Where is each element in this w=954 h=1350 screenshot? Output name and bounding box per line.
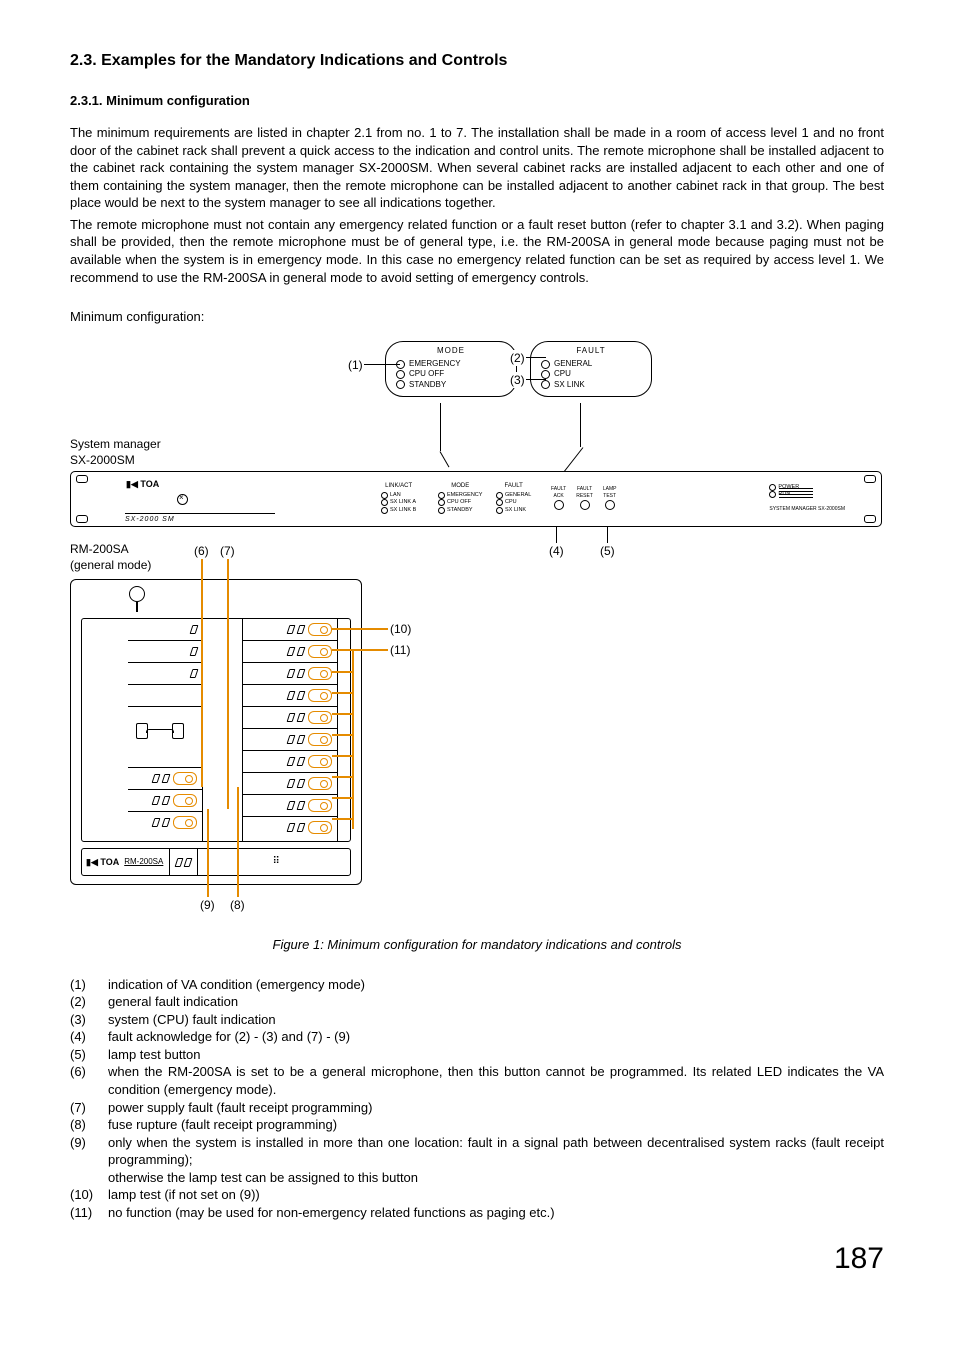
legend-num: (1) [70,976,108,994]
legend-num: (11) [70,1204,108,1222]
figure-caption: Figure 1: Minimum configuration for mand… [70,936,884,954]
rm-key-b7[interactable] [308,755,332,768]
rm-key-a1[interactable] [173,772,197,785]
rm-key-a3[interactable] [173,816,197,829]
legend-text: only when the system is installed in mor… [108,1134,884,1187]
rm-key-b3[interactable] [308,667,332,680]
zoom-mode: MODE EMERGENCY CPU OFF STANDBY [385,341,517,397]
fault-reset-button[interactable] [580,500,590,510]
callout-10: (10) [390,621,411,637]
legend-num: (6) [70,1063,108,1098]
legend-text: when the RM-200SA is set to be a general… [108,1063,884,1098]
sm-panel: ▮◀ TOA SX-2000 SM LINK/ACT LAN SX LINK A… [70,471,882,527]
callout-7: (7) [220,543,235,559]
legend-num: (5) [70,1046,108,1064]
speaker-icon: ⠿ [204,855,350,869]
paragraph-1: The minimum requirements are listed in c… [70,124,884,212]
zoom-fault: FAULT GENERAL CPU SX LINK [530,341,652,397]
zoom-mode-cpuoff: CPU OFF [409,369,444,379]
zoom-fault-sxlink: SX LINK [554,380,585,390]
page-number: 187 [70,1239,884,1280]
legend-text: power supply fault (fault receipt progra… [108,1099,884,1117]
sm-label: System manager SX-2000SM [70,436,161,468]
callout-5: (5) [600,543,615,559]
legend-text: general fault indication [108,993,884,1011]
rm-key-b1[interactable] [308,623,332,636]
sm-model-strip: SX-2000 SM [125,513,275,524]
legend-num: (8) [70,1116,108,1134]
legend-text: fuse rupture (fault receipt programming) [108,1116,884,1134]
legend-text: indication of VA condition (emergency mo… [108,976,884,994]
rm-key-a2[interactable] [173,794,197,807]
callout-4: (4) [549,543,564,559]
legend-text: fault acknowledge for (2) - (3) and (7) … [108,1028,884,1046]
fault-ack-button[interactable] [554,500,564,510]
lead-text: Minimum configuration: [70,308,884,326]
section-heading: 2.3. Examples for the Mandatory Indicati… [70,50,884,72]
callout-8: (8) [230,897,245,913]
paragraph-2: The remote microphone must not contain a… [70,216,884,286]
legend-num: (3) [70,1011,108,1029]
rm-panel: ▮◀ TOA RM-200SA ⠿ [70,579,362,885]
rm-key-b8[interactable] [308,777,332,790]
zoom-fault-general: GENERAL [554,359,592,369]
legend-num: (9) [70,1134,108,1187]
microphone-icon [129,586,145,608]
subsection-heading: 2.3.1. Minimum configuration [70,92,884,110]
callout-3: (3) [510,372,525,388]
legend-text: lamp test button [108,1046,884,1064]
callout-6: (6) [194,543,209,559]
zoom-fault-header: FAULT [541,346,641,357]
legend-text: no function (may be used for non-emergen… [108,1204,884,1222]
handset-icon [136,723,184,737]
callout-1: (1) [348,357,363,373]
sm-brand: ▮◀ TOA [126,478,159,490]
rm-label: RM-200SA (general mode) [70,541,151,573]
callout-2: (2) [510,350,525,366]
rm-brand: ▮◀ TOA [86,856,119,868]
figure-1: MODE EMERGENCY CPU OFF STANDBY FAULT GEN… [70,331,884,954]
rm-key-b4[interactable] [308,689,332,702]
legend-num: (4) [70,1028,108,1046]
diagram: MODE EMERGENCY CPU OFF STANDBY FAULT GEN… [70,331,880,921]
legend-num: (10) [70,1186,108,1204]
rm-key-b6[interactable] [308,733,332,746]
rm-key-b5[interactable] [308,711,332,724]
zoom-mode-standby: STANDBY [409,380,446,390]
rm-key-b2[interactable] [308,645,332,658]
callout-11: (11) [390,642,410,658]
rm-key-b10[interactable] [308,821,332,834]
zoom-mode-header: MODE [396,346,506,357]
legend-text: system (CPU) fault indication [108,1011,884,1029]
legend-text: lamp test (if not set on (9)) [108,1186,884,1204]
rm-model: RM-200SA [124,857,163,868]
zoom-mode-emergency: EMERGENCY [409,359,461,369]
lamp-test-button[interactable] [605,500,615,510]
zoom-fault-cpu: CPU [554,369,571,379]
legend-num: (2) [70,993,108,1011]
legend-num: (7) [70,1099,108,1117]
callout-9: (9) [200,897,215,913]
rm-key-b9[interactable] [308,799,332,812]
legend-list: (1)indication of VA condition (emergency… [70,976,884,1222]
